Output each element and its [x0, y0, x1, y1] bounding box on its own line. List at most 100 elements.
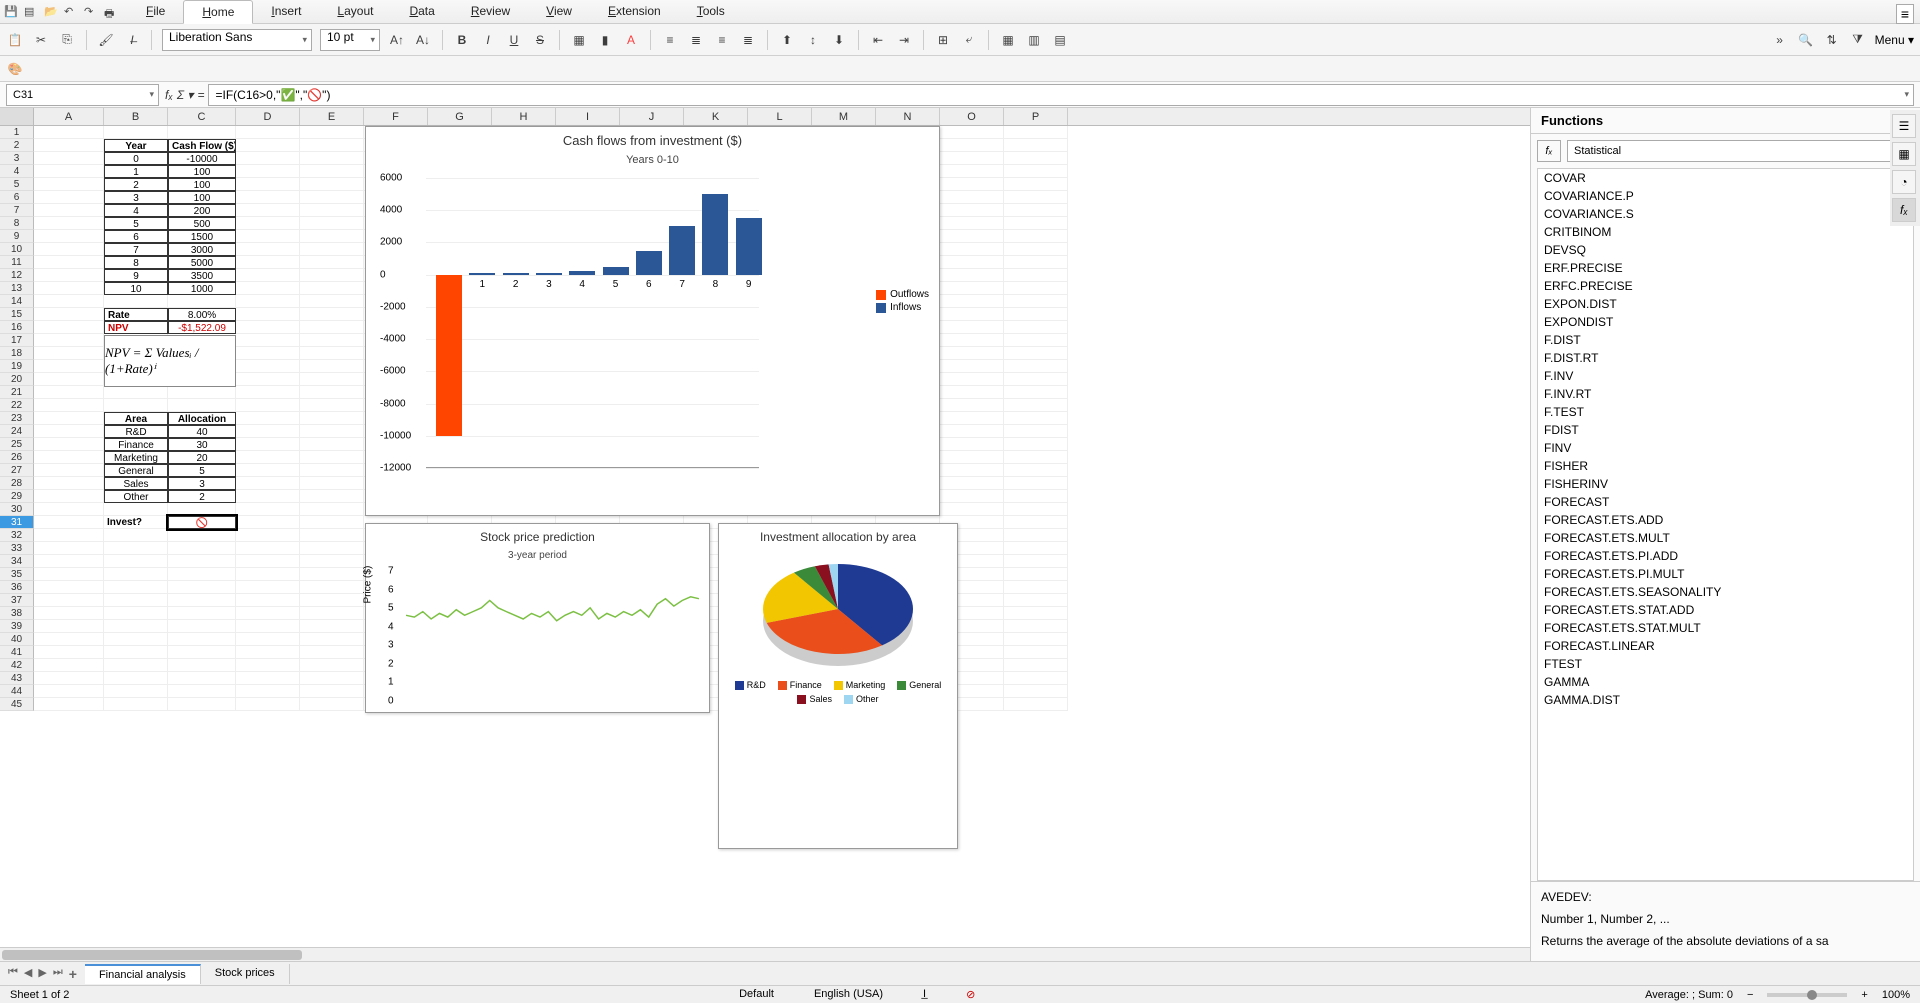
cell-A8[interactable]: [34, 217, 104, 230]
cell-D40[interactable]: [236, 633, 300, 646]
cell-O19[interactable]: [940, 360, 1004, 373]
colhead-C[interactable]: C: [168, 108, 236, 125]
cell-E31[interactable]: [300, 516, 364, 529]
cell-A6[interactable]: [34, 191, 104, 204]
cell-O25[interactable]: [940, 438, 1004, 451]
cell-A38[interactable]: [34, 607, 104, 620]
cell-E32[interactable]: [300, 529, 364, 542]
cell-D16[interactable]: [236, 321, 300, 334]
cell-D28[interactable]: [236, 477, 300, 490]
cell-O29[interactable]: [940, 490, 1004, 503]
cell-P34[interactable]: [1004, 555, 1068, 568]
cell-E14[interactable]: [300, 295, 364, 308]
cell-C10[interactable]: 3000: [168, 243, 236, 256]
cell-P35[interactable]: [1004, 568, 1068, 581]
copy-icon[interactable]: ⎘: [58, 31, 76, 49]
rowhead[interactable]: 18: [0, 347, 34, 360]
cell-P43[interactable]: [1004, 672, 1068, 685]
cell-B6[interactable]: 3: [104, 191, 168, 204]
cell-D21[interactable]: [236, 386, 300, 399]
cell-C33[interactable]: [168, 542, 236, 555]
rowhead[interactable]: 40: [0, 633, 34, 646]
cell-A32[interactable]: [34, 529, 104, 542]
colhead-J[interactable]: J: [620, 108, 684, 125]
cell-D12[interactable]: [236, 269, 300, 282]
function-item[interactable]: FDIST: [1538, 421, 1913, 439]
new-icon[interactable]: ▤: [24, 5, 38, 19]
cell-E33[interactable]: [300, 542, 364, 555]
cell-P4[interactable]: [1004, 165, 1068, 178]
cell-C30[interactable]: [168, 503, 236, 516]
rowhead[interactable]: 34: [0, 555, 34, 568]
cell-A31[interactable]: [34, 516, 104, 529]
cell-E23[interactable]: [300, 412, 364, 425]
function-item[interactable]: F.TEST: [1538, 403, 1913, 421]
hamburger-icon[interactable]: ≡: [1896, 4, 1914, 24]
cell-D10[interactable]: [236, 243, 300, 256]
add-sheet-icon[interactable]: +: [69, 966, 77, 982]
border-icon[interactable]: ▦: [570, 31, 588, 49]
cell-E35[interactable]: [300, 568, 364, 581]
cell-P6[interactable]: [1004, 191, 1068, 204]
cell-D4[interactable]: [236, 165, 300, 178]
rowhead[interactable]: 35: [0, 568, 34, 581]
chevrons-icon[interactable]: »: [1771, 31, 1789, 49]
cell-B26[interactable]: Marketing: [104, 451, 168, 464]
rowhead[interactable]: 37: [0, 594, 34, 607]
cell-C3[interactable]: -10000: [168, 152, 236, 165]
cell-P29[interactable]: [1004, 490, 1068, 503]
cond-format-icon[interactable]: ▦: [999, 31, 1017, 49]
cell-E11[interactable]: [300, 256, 364, 269]
wrap-icon[interactable]: ⤶: [960, 31, 978, 49]
function-item[interactable]: FORECAST.ETS.STAT.ADD: [1538, 601, 1913, 619]
cell-B27[interactable]: General: [104, 464, 168, 477]
function-item[interactable]: FORECAST.ETS.PI.ADD: [1538, 547, 1913, 565]
cell-D19[interactable]: [236, 360, 300, 373]
cut-icon[interactable]: ✂: [32, 31, 50, 49]
cell-A25[interactable]: [34, 438, 104, 451]
cell-E40[interactable]: [300, 633, 364, 646]
rowhead[interactable]: 29: [0, 490, 34, 503]
function-item[interactable]: FORECAST.ETS.ADD: [1538, 511, 1913, 529]
colhead-D[interactable]: D: [236, 108, 300, 125]
cell-E5[interactable]: [300, 178, 364, 191]
cell-E7[interactable]: [300, 204, 364, 217]
function-item[interactable]: FORECAST: [1538, 493, 1913, 511]
colhead-N[interactable]: N: [876, 108, 940, 125]
open-icon[interactable]: 📂: [44, 5, 58, 19]
cell-C31[interactable]: 🚫: [168, 516, 236, 529]
cell-C2[interactable]: Cash Flow ($): [168, 139, 236, 152]
cell-E9[interactable]: [300, 230, 364, 243]
bold-button[interactable]: B: [453, 31, 471, 49]
cell-D30[interactable]: [236, 503, 300, 516]
function-item[interactable]: EXPONDIST: [1538, 313, 1913, 331]
redo-icon[interactable]: ↷: [84, 5, 98, 19]
colhead-I[interactable]: I: [556, 108, 620, 125]
merge-icon[interactable]: ⊞: [934, 31, 952, 49]
rowhead[interactable]: 44: [0, 685, 34, 698]
cell-D25[interactable]: [236, 438, 300, 451]
rowhead[interactable]: 11: [0, 256, 34, 269]
menu-dropdown[interactable]: Menu ▾: [1875, 33, 1914, 47]
cell-E42[interactable]: [300, 659, 364, 672]
cell-E15[interactable]: [300, 308, 364, 321]
cell-D45[interactable]: [236, 698, 300, 711]
cell-B15[interactable]: Rate: [104, 308, 168, 321]
cell-A23[interactable]: [34, 412, 104, 425]
fx-icon[interactable]: fₓ: [165, 88, 173, 102]
cell-A13[interactable]: [34, 282, 104, 295]
cell-E19[interactable]: [300, 360, 364, 373]
cell-C36[interactable]: [168, 581, 236, 594]
cell-P28[interactable]: [1004, 477, 1068, 490]
cell-O6[interactable]: [940, 191, 1004, 204]
status-summary[interactable]: Average: ; Sum: 0: [1645, 989, 1733, 1001]
cell-P20[interactable]: [1004, 373, 1068, 386]
cell-O11[interactable]: [940, 256, 1004, 269]
cell-D29[interactable]: [236, 490, 300, 503]
cell-A3[interactable]: [34, 152, 104, 165]
cell-E26[interactable]: [300, 451, 364, 464]
bgcolor-icon[interactable]: ▮: [596, 31, 614, 49]
spreadsheet-grid[interactable]: ABCDEFGHIJKLMNOP 12YearCash Flow ($)30-1…: [0, 108, 1530, 961]
cell-A14[interactable]: [34, 295, 104, 308]
function-item[interactable]: COVAR: [1538, 169, 1913, 187]
